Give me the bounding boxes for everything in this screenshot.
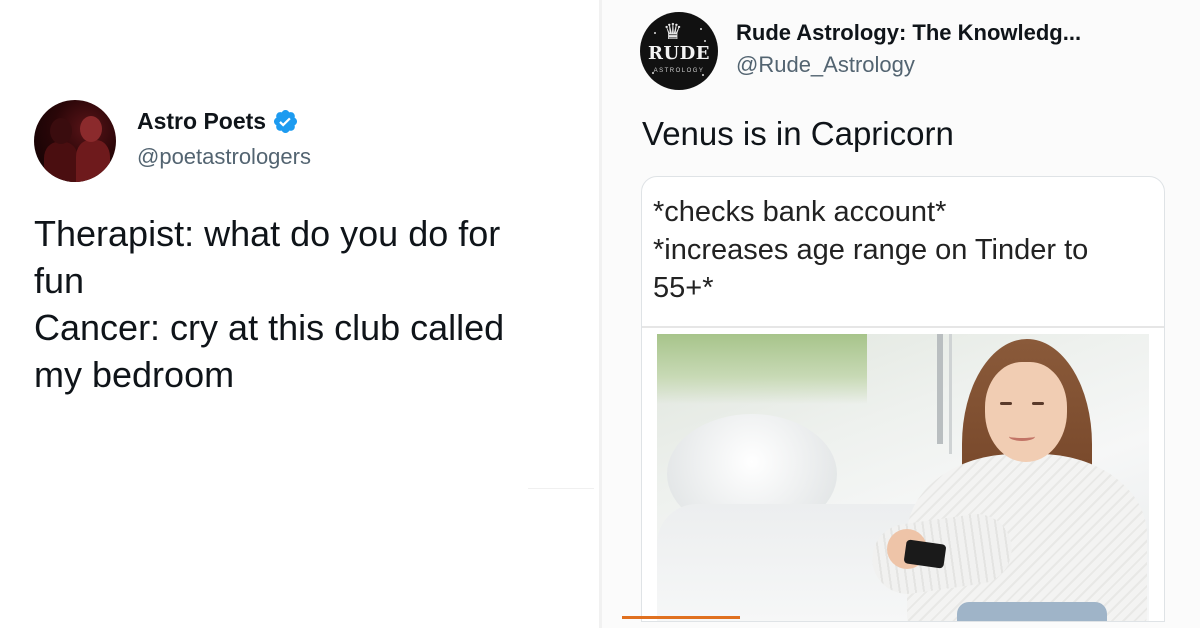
right-display-name[interactable]: Rude Astrology: The Knowledg...: [736, 20, 1081, 46]
left-display-name[interactable]: Astro Poets: [137, 108, 299, 135]
left-tweet-text: Therapist: what do you do for fun Cancer…: [34, 210, 574, 398]
rude-astrology-avatar[interactable]: ♛ RUDE ASTROLOGY: [640, 12, 718, 90]
right-tweet-text: Venus is in Capricorn: [642, 115, 954, 152]
crown-icon: ♛: [663, 19, 683, 44]
card-caption-line: 55+*: [653, 272, 714, 304]
left-tweet-line: my bedroom: [34, 354, 235, 395]
woman-smiling-at-phone-photo[interactable]: [657, 334, 1149, 621]
accent-line: [622, 616, 740, 619]
logo-subtext: ASTROLOGY: [653, 68, 705, 74]
card-caption: *checks bank account* *increases age ran…: [653, 193, 1088, 307]
astro-poets-avatar[interactable]: [34, 100, 116, 182]
left-display-name-text: Astro Poets: [137, 108, 267, 134]
card-caption-line: *increases age range on Tinder to: [653, 234, 1089, 266]
left-tweet-line: Therapist: what do you do for: [34, 213, 501, 254]
quoted-media-card[interactable]: *checks bank account* *increases age ran…: [641, 176, 1165, 622]
left-tweet-line: Cancer: cry at this club called: [34, 307, 505, 348]
left-tweet-line: fun: [34, 260, 85, 301]
card-separator: [642, 326, 1164, 328]
verified-badge-icon: [274, 109, 298, 134]
card-caption-line: *checks bank account*: [653, 196, 947, 228]
left-tweet-panel: Astro Poets @poetastrologers Therapist: …: [0, 0, 600, 628]
divider-line: [528, 488, 594, 489]
right-handle[interactable]: @Rude_Astrology: [736, 52, 915, 78]
left-handle[interactable]: @poetastrologers: [137, 144, 311, 170]
logo-text: RUDE: [648, 43, 710, 64]
